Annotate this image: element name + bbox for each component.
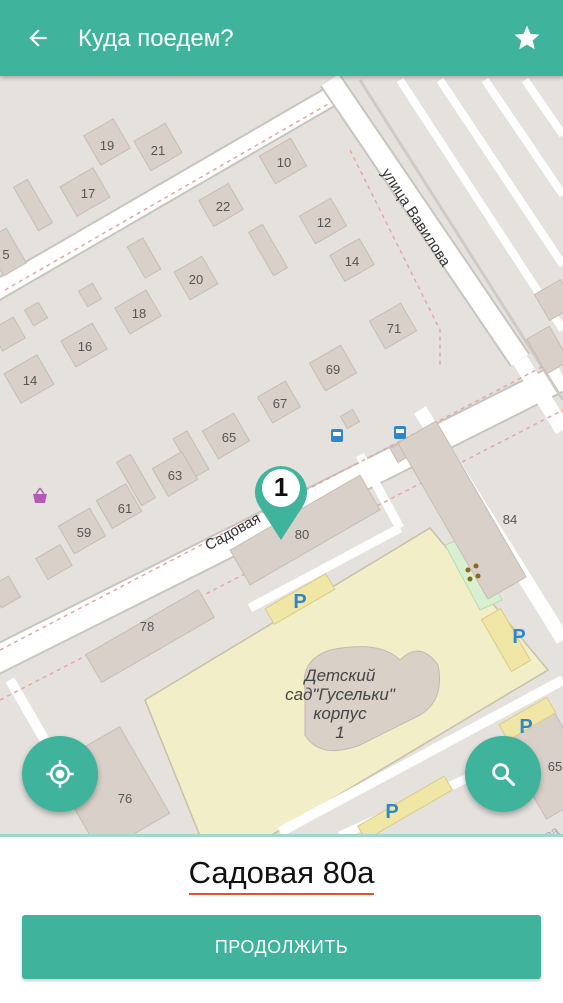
search-button[interactable] (465, 736, 541, 812)
house-number: 5 (2, 247, 9, 262)
house-number: 16 (78, 339, 92, 354)
kindergarten-label-line2: сад"Гусельки" (285, 685, 396, 704)
house-number: 17 (81, 186, 95, 201)
my-location-button[interactable] (22, 736, 98, 812)
arrow-back-icon (29, 29, 47, 47)
kindergarten-label-line1: Детский (303, 666, 376, 685)
marker-number: 1 (273, 472, 289, 502)
house-number: 78 (140, 619, 154, 634)
house-number: 20 (189, 272, 203, 287)
bus-stop-icon (394, 426, 406, 439)
parking-icon: P (385, 801, 398, 823)
house-number: 71 (387, 321, 401, 336)
house-number: 69 (326, 362, 340, 377)
location-pin-marker[interactable]: 1 (251, 458, 311, 544)
house-number: 61 (118, 501, 132, 516)
house-number: 59 (77, 525, 91, 540)
house-number: 14 (23, 373, 37, 388)
house-number: 65 (222, 430, 236, 445)
bottom-panel: Садовая 80а ПРОДОЛЖИТЬ (0, 834, 563, 1003)
parking-icon: P (519, 716, 532, 738)
house-number: 12 (317, 215, 331, 230)
back-button[interactable] (20, 20, 56, 56)
house-number: 14 (345, 254, 359, 269)
house-number: 21 (151, 143, 165, 158)
page-title: Куда поедем? (78, 25, 234, 52)
favorites-button[interactable] (509, 20, 545, 56)
house-number: 76 (118, 791, 132, 806)
parking-icon: P (293, 591, 306, 613)
parking-icon: P (512, 626, 525, 648)
map-view[interactable]: 19 21 10 17 22 12 5 14 20 18 16 71 14 69… (0, 76, 563, 836)
kindergarten-label-line3: корпус (313, 704, 367, 723)
house-number: 65 (548, 759, 562, 774)
house-number: 63 (168, 468, 182, 483)
house-number: 10 (277, 155, 291, 170)
address-row: Садовая 80а (0, 855, 563, 895)
search-icon (492, 763, 516, 787)
star-icon (514, 25, 540, 50)
house-number: 67 (273, 396, 287, 411)
bus-stop-icon (331, 429, 343, 442)
map-canvas: 19 21 10 17 22 12 5 14 20 18 16 71 14 69… (0, 76, 563, 836)
house-number: 22 (216, 199, 230, 214)
address-field[interactable]: Садовая 80а (188, 855, 375, 895)
app-bar: Куда поедем? (0, 0, 563, 76)
house-number: 84 (503, 512, 517, 527)
house-number: 18 (132, 306, 146, 321)
continue-button[interactable]: ПРОДОЛЖИТЬ (22, 915, 541, 979)
my-location-icon (46, 760, 74, 788)
kindergarten-label-line4: 1 (335, 723, 344, 742)
house-number: 19 (100, 138, 114, 153)
